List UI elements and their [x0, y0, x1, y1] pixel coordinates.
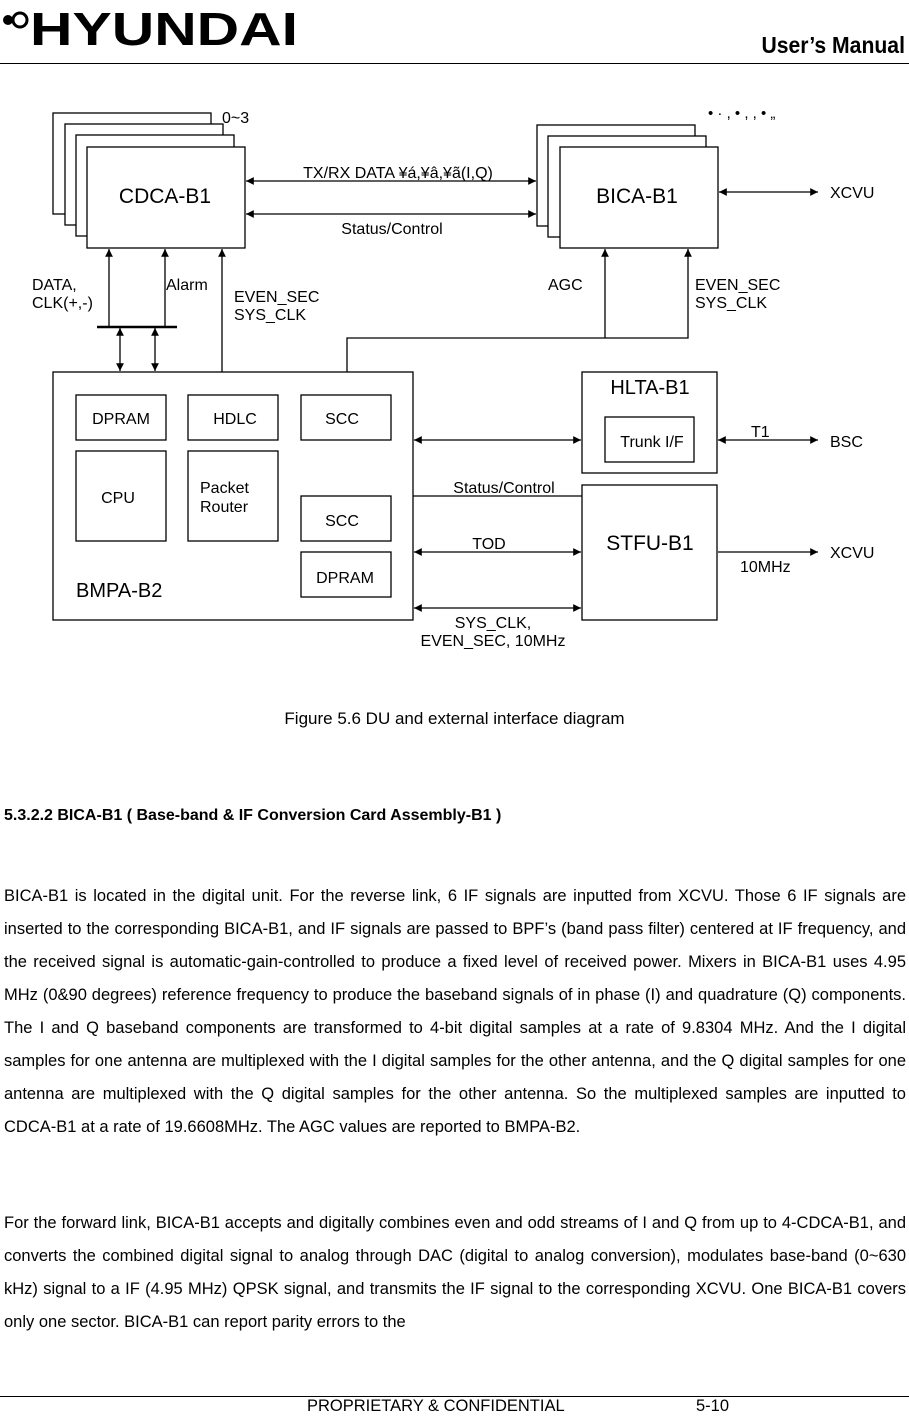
section-heading: 5.3.2.2 BICA-B1 ( Base-band & IF Convers…	[4, 807, 502, 824]
scc-bottom-label: SCC	[325, 513, 359, 530]
xcvu-bottom-label: XCVU	[830, 545, 874, 562]
alarm-label: Alarm	[166, 277, 208, 294]
even-sec-right-label: EVEN_SEC	[695, 277, 780, 294]
agc-label: AGC	[548, 277, 583, 294]
confidential-notice: PROPRIETARY & CONFIDENTIAL	[307, 1397, 565, 1415]
du-interface-diagram: CDCA-B1 0~3 BICA-B1 • · , • , , • „ TX/R…	[32, 105, 874, 650]
manual-title: User’s Manual	[761, 32, 905, 58]
figure-caption: Figure 5.6 DU and external interface dia…	[284, 709, 625, 728]
bmpa-label: BMPA-B2	[76, 580, 162, 602]
cdca-count-label: 0~3	[222, 110, 249, 127]
t1-label: T1	[751, 424, 770, 441]
hdlc-label: HDLC	[213, 411, 257, 428]
packet-label: Packet	[200, 480, 249, 497]
header-divider	[0, 63, 909, 64]
even-sec-10mhz-label: EVEN_SEC, 10MHz	[421, 633, 566, 650]
body-paragraph: BICA-B1 is located in the digital unit. …	[4, 887, 906, 1136]
logo-text: HYUNDAI	[30, 3, 298, 50]
cpu-label: CPU	[101, 490, 135, 507]
stfu-label: STFU-B1	[606, 532, 694, 555]
bica-garbled-label: • · , • , , • „	[708, 105, 775, 122]
page-number: 5-10	[696, 1397, 730, 1415]
hyundai-logo: HYUNDAI	[3, 3, 298, 50]
clk-label: CLK(+,-)	[32, 295, 93, 312]
dpram-top-label: DPRAM	[92, 411, 150, 428]
body-paragraph: For the forward link, BICA-B1 accepts an…	[4, 1214, 906, 1331]
sysclk-label: SYS_CLK,	[455, 615, 531, 632]
bica-label: BICA-B1	[596, 185, 678, 208]
data-label: DATA,	[32, 277, 77, 294]
status-control-top-label: Status/Control	[341, 221, 442, 238]
cdca-label: CDCA-B1	[119, 185, 211, 208]
bsc-label: BSC	[830, 434, 863, 451]
trunk-if-label: Trunk I/F	[620, 434, 684, 451]
sys-clk-left-label: SYS_CLK	[234, 307, 306, 324]
xcvu-top-label: XCVU	[830, 185, 874, 202]
txrx-label: TX/RX DATA ¥á,¥â,¥ã(I,Q)	[303, 165, 493, 182]
scc-top-label: SCC	[325, 411, 359, 428]
logo-ring-icon	[11, 11, 29, 29]
sys-clk-right-label: SYS_CLK	[695, 295, 767, 312]
router-label: Router	[200, 499, 249, 516]
ten-mhz-label: 10MHz	[740, 559, 791, 576]
dpram-bottom-label: DPRAM	[316, 570, 374, 587]
hlta-label: HLTA-B1	[610, 377, 689, 399]
tod-label: TOD	[472, 536, 505, 553]
status-control-mid-label: Status/Control	[453, 480, 554, 497]
even-sec-right-link	[346, 249, 692, 372]
even-sec-left-label: EVEN_SEC	[234, 289, 319, 306]
